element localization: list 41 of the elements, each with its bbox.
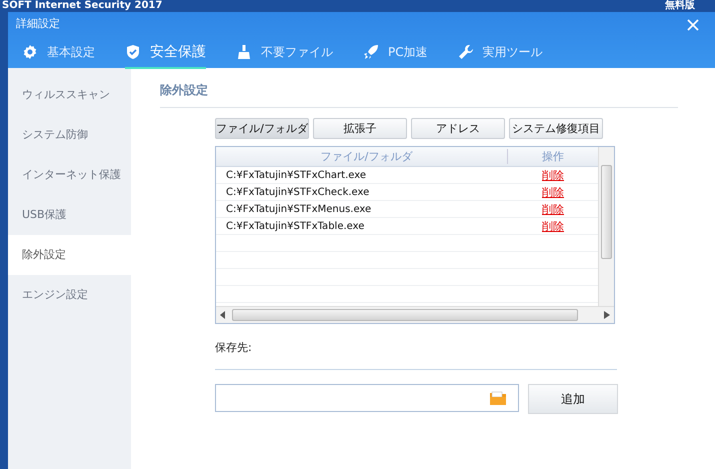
table-cell-text: C:¥FxTatujin¥STFxMenus.exe — [225, 204, 372, 214]
nav-tab[interactable]: 実用ツール — [458, 39, 543, 69]
sidebar-item[interactable]: エンジン設定 — [8, 275, 131, 315]
delete-link[interactable]: 削除 — [542, 186, 564, 198]
nav-tab[interactable]: 基本設定 — [22, 39, 95, 69]
scroll-right-arrow-icon[interactable] — [604, 311, 610, 319]
broom-icon — [236, 44, 252, 60]
table-cell-text: C:¥FxTatujin¥STFxChart.exe — [225, 170, 368, 180]
table-cell-text: C:¥FxTatujin¥STFxCheck.exe — [225, 186, 370, 198]
scroll-left-arrow-icon[interactable] — [220, 311, 226, 319]
sidebar-item[interactable]: 除外設定 — [8, 235, 131, 275]
sidebar-item[interactable]: インターネット保護 — [8, 155, 131, 195]
vertical-scrollbar[interactable] — [598, 147, 614, 306]
wrench-icon — [458, 44, 474, 60]
table-cell-text: C:¥FxTatujin¥STFxTable.exe — [225, 220, 366, 232]
category-tab[interactable]: 拡張子 — [313, 118, 407, 139]
background-window-title: SOFT Internet Security 2017 — [2, 0, 162, 12]
delete-link[interactable]: 削除 — [542, 202, 564, 216]
rocket-icon — [363, 44, 379, 60]
path-input-field[interactable] — [215, 384, 519, 412]
save-location-label: 保存先: — [215, 340, 252, 355]
column-header: 操作 — [541, 149, 565, 164]
category-tab[interactable]: ファイル/フォルダ — [215, 118, 309, 139]
sidebar-item[interactable]: システム防御 — [8, 115, 131, 155]
gear-icon — [22, 44, 38, 60]
shield-check-icon — [125, 44, 141, 60]
sidebar-item[interactable]: ウィルススキャン — [8, 75, 131, 115]
category-tab[interactable]: アドレス — [411, 118, 505, 139]
sidebar-item[interactable]: USB保護 — [8, 195, 131, 235]
category-tab[interactable]: システム修復項目 — [509, 118, 603, 139]
nav-tab[interactable]: PC加速 — [363, 39, 428, 69]
nav-tab[interactable]: 安全保護 — [125, 39, 206, 69]
add-button[interactable]: 追加 — [528, 384, 618, 414]
delete-link[interactable]: 削除 — [542, 168, 564, 182]
column-header: ファイル/フォルダ — [216, 149, 508, 164]
section-heading: 除外設定 — [160, 82, 209, 99]
nav-tab[interactable]: 不要ファイル — [236, 39, 333, 69]
folder-icon[interactable] — [490, 391, 506, 405]
window-title: 詳細設定 — [15, 16, 61, 32]
horizontal-scrollbar[interactable] — [216, 306, 614, 323]
delete-link[interactable]: 削除 — [542, 220, 564, 232]
